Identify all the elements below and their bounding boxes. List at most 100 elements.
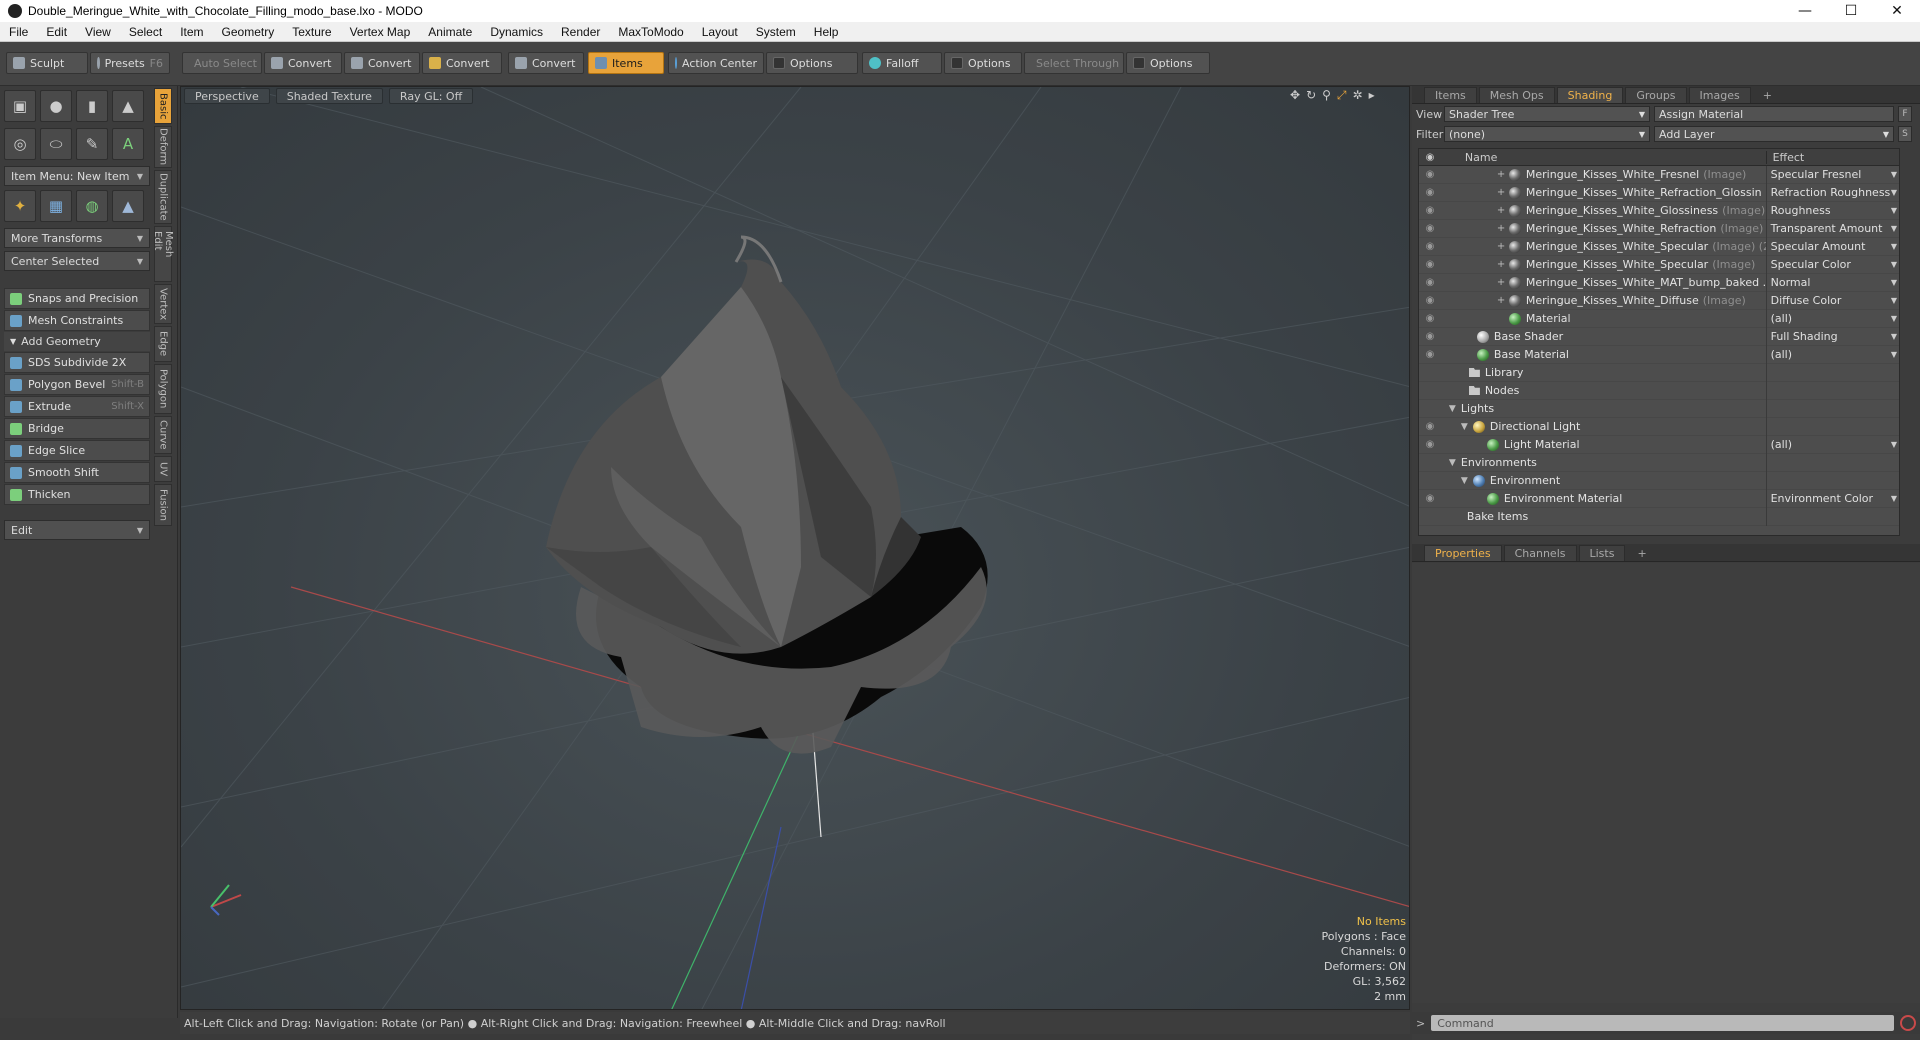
- tree-row[interactable]: Bake Items: [1419, 507, 1899, 526]
- eye-icon[interactable]: ◉: [1419, 295, 1441, 306]
- minimize-button[interactable]: —: [1782, 0, 1828, 22]
- effect-dropdown[interactable]: Specular Fresnel ▼: [1765, 165, 1899, 184]
- item-menu-dropdown[interactable]: Item Menu: New Item ▼: [4, 166, 150, 186]
- eye-icon[interactable]: ◉: [1419, 493, 1441, 504]
- eye-icon[interactable]: ◉: [1419, 331, 1441, 342]
- capsule-primitive-icon[interactable]: ⬭: [40, 128, 72, 160]
- globe-icon[interactable]: ◍: [76, 190, 108, 222]
- bridge-button[interactable]: Bridge: [4, 418, 150, 439]
- tree-row[interactable]: Library: [1419, 363, 1899, 382]
- sds-subdivide-button[interactable]: SDS Subdivide 2X: [4, 352, 150, 373]
- effect-dropdown[interactable]: Environment Color ▼: [1765, 489, 1899, 508]
- eye-icon[interactable]: ◉: [1419, 259, 1441, 270]
- convert-vertices-button[interactable]: Convert: [264, 52, 342, 74]
- tree-row[interactable]: ◉ Light Material (all) ▼: [1419, 435, 1899, 454]
- falloff-button[interactable]: Falloff: [862, 52, 942, 74]
- select-through-options-button[interactable]: Options: [1126, 52, 1210, 74]
- tab-polygon[interactable]: Polygon: [154, 364, 172, 414]
- tree-row[interactable]: ◉ + Meringue_Kisses_White_Diffuse (Image) Di…: [1419, 291, 1899, 310]
- menu-edit[interactable]: Edit: [37, 25, 76, 39]
- 3d-viewport[interactable]: [180, 86, 1410, 1010]
- action-center-button[interactable]: Action Center: [668, 52, 764, 74]
- menu-item[interactable]: Item: [171, 25, 212, 39]
- tab-properties[interactable]: Properties: [1424, 545, 1502, 561]
- menu-maxtomodo[interactable]: MaxToModo: [609, 25, 692, 39]
- tree-row[interactable]: ◉ Material (all) ▼: [1419, 309, 1899, 328]
- effect-dropdown[interactable]: Specular Color ▼: [1765, 255, 1899, 274]
- effect-dropdown[interactable]: (all) ▼: [1765, 309, 1899, 328]
- menu-render[interactable]: Render: [552, 25, 609, 39]
- tab-channels[interactable]: Channels: [1503, 545, 1577, 561]
- expand-icon[interactable]: +: [1497, 223, 1505, 234]
- tree-row[interactable]: ▼ Environments: [1419, 453, 1899, 472]
- command-input[interactable]: Command: [1431, 1015, 1894, 1031]
- menu-texture[interactable]: Texture: [283, 25, 340, 39]
- eye-icon[interactable]: ◉: [1419, 223, 1441, 234]
- expand-icon[interactable]: +: [1497, 241, 1505, 252]
- tab-fusion[interactable]: Fusion: [154, 484, 172, 526]
- tab-images[interactable]: Images: [1688, 87, 1751, 103]
- tab-curve[interactable]: Curve: [154, 416, 172, 454]
- more-transforms-dropdown[interactable]: More Transforms ▼: [4, 228, 150, 248]
- menu-geometry[interactable]: Geometry: [213, 25, 284, 39]
- convert-materials-button[interactable]: Convert: [508, 52, 584, 74]
- tab-duplicate[interactable]: Duplicate: [154, 170, 172, 224]
- tree-row[interactable]: ▼ Environment: [1419, 471, 1899, 490]
- tab-vertex[interactable]: Vertex: [154, 284, 172, 324]
- play-icon[interactable]: ▸: [1369, 88, 1375, 103]
- tree-row[interactable]: ◉ Environment Material Environment Color ▼: [1419, 489, 1899, 508]
- eye-icon[interactable]: ◉: [1419, 349, 1441, 360]
- effect-dropdown[interactable]: (all) ▼: [1765, 345, 1899, 364]
- menu-system[interactable]: System: [747, 25, 805, 39]
- grid-icon[interactable]: ▦: [40, 190, 72, 222]
- tree-row[interactable]: ◉ + Meringue_Kisses_White_Specular (Image) …: [1419, 237, 1899, 256]
- convert-edges-button[interactable]: Convert: [344, 52, 420, 74]
- text-tool-icon[interactable]: A: [112, 128, 144, 160]
- tab-uv[interactable]: UV: [154, 456, 172, 482]
- transform-icon[interactable]: ✦: [4, 190, 36, 222]
- expand-icon[interactable]: +: [1497, 205, 1505, 216]
- eye-icon[interactable]: ◉: [1419, 439, 1441, 450]
- expand-icon[interactable]: +: [1497, 277, 1505, 288]
- expand-icon[interactable]: +: [1497, 187, 1505, 198]
- menu-file[interactable]: File: [0, 25, 37, 39]
- eye-icon[interactable]: ◉: [1419, 205, 1441, 216]
- tree-row[interactable]: Nodes: [1419, 381, 1899, 400]
- menu-dynamics[interactable]: Dynamics: [481, 25, 552, 39]
- perspective-view-button[interactable]: Perspective: [184, 88, 270, 104]
- filter-dropdown[interactable]: (none) ▼: [1444, 126, 1650, 142]
- convert-polygons-button[interactable]: Convert: [422, 52, 502, 74]
- eye-icon[interactable]: ◉: [1419, 169, 1441, 180]
- menu-layout[interactable]: Layout: [693, 25, 747, 39]
- maximize-view-icon[interactable]: ⤢: [1337, 88, 1347, 103]
- add-geometry-header[interactable]: ▼ Add Geometry: [4, 332, 150, 351]
- extrude-button[interactable]: Extrude Shift-X: [4, 396, 150, 417]
- tree-row[interactable]: ◉ + Meringue_Kisses_White_MAT_bump_baked .…: [1419, 273, 1899, 292]
- effect-dropdown[interactable]: Specular Amount ▼: [1765, 237, 1899, 256]
- view-dropdown[interactable]: Shader Tree ▼: [1444, 106, 1650, 122]
- eye-icon[interactable]: ◉: [1419, 421, 1441, 432]
- tree-row[interactable]: ◉ + Meringue_Kisses_White_Refraction_Gloss…: [1419, 183, 1899, 202]
- add-tab-button[interactable]: +: [1753, 87, 1782, 103]
- expand-icon[interactable]: +: [1497, 169, 1505, 180]
- eye-icon[interactable]: ◉: [1419, 187, 1441, 198]
- items-mode-button[interactable]: Items: [588, 52, 664, 74]
- tree-row[interactable]: ◉ Base Shader Full Shading ▼: [1419, 327, 1899, 346]
- tab-deform[interactable]: Deform: [154, 126, 172, 168]
- menu-select[interactable]: Select: [120, 25, 171, 39]
- add-tab-button[interactable]: +: [1627, 545, 1656, 561]
- menu-vertex-map[interactable]: Vertex Map: [341, 25, 420, 39]
- center-selected-dropdown[interactable]: Center Selected ▼: [4, 251, 150, 271]
- tab-mesh-ops[interactable]: Mesh Ops: [1478, 87, 1555, 103]
- pen-tool-icon[interactable]: ✎: [76, 128, 108, 160]
- tab-edge[interactable]: Edge: [154, 326, 172, 362]
- sphere-primitive-icon[interactable]: ●: [40, 90, 72, 122]
- tree-row[interactable]: ◉ ▼ Directional Light: [1419, 417, 1899, 436]
- eye-icon[interactable]: ◉: [1419, 241, 1441, 252]
- tree-row[interactable]: ◉ Base Material (all) ▼: [1419, 345, 1899, 364]
- edge-slice-button[interactable]: Edge Slice: [4, 440, 150, 461]
- collapse-icon[interactable]: ▼: [1461, 476, 1471, 486]
- eye-icon[interactable]: ◉: [1419, 277, 1441, 288]
- s-button[interactable]: S: [1898, 126, 1912, 142]
- effect-dropdown[interactable]: Diffuse Color ▼: [1765, 291, 1899, 310]
